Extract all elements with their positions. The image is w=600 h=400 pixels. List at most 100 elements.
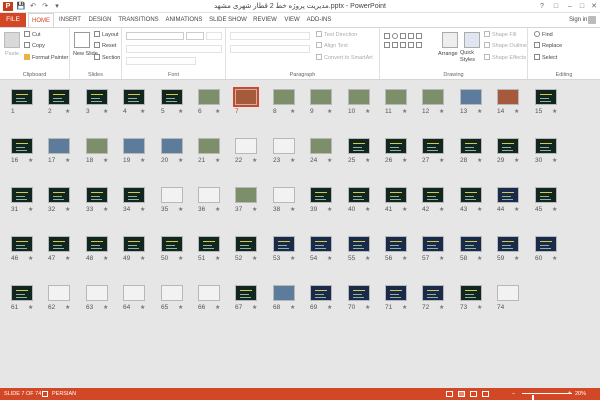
slide-thumbnail[interactable] — [48, 138, 70, 154]
transition-star-icon[interactable]: ★ — [290, 108, 295, 116]
transition-star-icon[interactable]: ★ — [103, 108, 108, 116]
tab-transitions[interactable]: TRANSITIONS — [117, 13, 160, 27]
slide-thumbnail[interactable] — [123, 187, 145, 203]
slide-thumbnail[interactable] — [11, 138, 33, 154]
transition-star-icon[interactable]: ★ — [65, 304, 70, 312]
slide-thumbnail[interactable] — [460, 89, 482, 105]
transition-star-icon[interactable]: ★ — [178, 206, 183, 214]
zoom-slider[interactable] — [522, 393, 572, 400]
section-button[interactable]: Section — [94, 54, 120, 62]
transition-star-icon[interactable]: ★ — [290, 304, 295, 312]
slide-thumbnail[interactable] — [535, 89, 557, 105]
slide-thumbnail[interactable] — [497, 236, 519, 252]
minimize-button[interactable]: – — [564, 1, 576, 12]
tab-animations[interactable]: ANIMATIONS — [163, 13, 205, 27]
slide-thumbnail[interactable] — [497, 285, 519, 301]
font-size-box[interactable] — [186, 32, 204, 40]
paste-button[interactable]: Paste — [5, 50, 19, 58]
transition-star-icon[interactable]: ★ — [140, 157, 145, 165]
save-icon[interactable]: 💾 — [16, 2, 26, 11]
slide-thumbnail[interactable] — [48, 187, 70, 203]
transition-star-icon[interactable]: ★ — [178, 255, 183, 263]
transition-star-icon[interactable]: ★ — [215, 255, 220, 263]
tab-slide-show[interactable]: SLIDE SHOW — [208, 13, 248, 27]
shape-fill-button[interactable]: Shape Fill — [484, 31, 516, 39]
transition-star-icon[interactable]: ★ — [252, 206, 257, 214]
slide-thumbnail[interactable] — [161, 236, 183, 252]
shape-star-icon[interactable] — [392, 42, 398, 48]
slide-thumbnail[interactable] — [198, 187, 220, 203]
slide-thumbnail[interactable] — [86, 236, 108, 252]
transition-star-icon[interactable]: ★ — [402, 157, 407, 165]
slide-thumbnail[interactable] — [235, 285, 257, 301]
transition-star-icon[interactable]: ★ — [402, 304, 407, 312]
transition-star-icon[interactable]: ★ — [140, 255, 145, 263]
shape-outline-button[interactable]: Shape Outline — [484, 42, 527, 50]
transition-star-icon[interactable]: ★ — [514, 206, 519, 214]
slide-thumbnail[interactable] — [348, 89, 370, 105]
copy-button[interactable]: Copy — [24, 42, 45, 50]
slide-thumbnail[interactable] — [422, 285, 444, 301]
slide-thumbnail[interactable] — [460, 285, 482, 301]
transition-star-icon[interactable]: ★ — [439, 157, 444, 165]
font-style-row[interactable] — [126, 45, 222, 53]
shape-triangle-icon[interactable] — [416, 33, 422, 39]
slide-thumbnail[interactable] — [198, 285, 220, 301]
convert-smartart-button[interactable]: Convert to SmartArt — [316, 54, 373, 62]
transition-star-icon[interactable]: ★ — [65, 108, 70, 116]
slide-thumbnail[interactable] — [422, 138, 444, 154]
slide-thumbnail[interactable] — [310, 138, 332, 154]
tab-design[interactable]: DESIGN — [86, 13, 114, 27]
slide-thumbnail[interactable] — [460, 187, 482, 203]
transition-star-icon[interactable]: ★ — [439, 108, 444, 116]
slide-thumbnail[interactable] — [123, 138, 145, 154]
transition-star-icon[interactable]: ★ — [327, 255, 332, 263]
zoom-out-button[interactable]: – — [512, 388, 515, 400]
slide-thumbnail[interactable] — [497, 138, 519, 154]
slide-thumbnail[interactable] — [497, 89, 519, 105]
transition-star-icon[interactable]: ★ — [215, 157, 220, 165]
font-color-row[interactable] — [126, 57, 196, 65]
shape-rounded-icon[interactable] — [384, 42, 390, 48]
transition-star-icon[interactable]: ★ — [65, 255, 70, 263]
undo-icon[interactable]: ↶ — [28, 2, 38, 11]
slide-thumbnail[interactable] — [535, 187, 557, 203]
shape-brace-icon[interactable] — [400, 42, 406, 48]
transition-star-icon[interactable]: ★ — [439, 255, 444, 263]
new-slide-icon[interactable] — [74, 32, 90, 48]
tab-view[interactable]: VIEW — [281, 13, 303, 27]
transition-star-icon[interactable]: ★ — [477, 206, 482, 214]
transition-star-icon[interactable]: ★ — [103, 304, 108, 312]
transition-star-icon[interactable]: ★ — [514, 108, 519, 116]
transition-star-icon[interactable]: ★ — [290, 206, 295, 214]
tab-review[interactable]: REVIEW — [251, 13, 279, 27]
transition-star-icon[interactable]: ★ — [140, 304, 145, 312]
transition-star-icon[interactable]: ★ — [290, 255, 295, 263]
shape-callout-icon[interactable] — [408, 42, 414, 48]
transition-star-icon[interactable]: ★ — [327, 108, 332, 116]
slide-thumbnail[interactable] — [86, 138, 108, 154]
slide-thumbnail[interactable] — [273, 89, 295, 105]
slide-thumbnail[interactable] — [385, 89, 407, 105]
transition-star-icon[interactable]: ★ — [439, 304, 444, 312]
slide-thumbnail[interactable] — [86, 187, 108, 203]
slide-thumbnail[interactable] — [310, 89, 332, 105]
slide-thumbnail[interactable] — [460, 138, 482, 154]
language-indicator[interactable]: PERSIAN — [52, 388, 76, 400]
slide-thumbnail[interactable] — [385, 285, 407, 301]
normal-view-icon[interactable] — [446, 391, 453, 397]
slide-thumbnail[interactable] — [48, 89, 70, 105]
slide-thumbnail[interactable] — [123, 236, 145, 252]
slide-thumbnail[interactable] — [422, 89, 444, 105]
slide-thumbnail[interactable] — [273, 285, 295, 301]
tab-add-ins[interactable]: ADD-INS — [305, 13, 333, 27]
slide-thumbnail[interactable] — [385, 236, 407, 252]
slide-thumbnail[interactable] — [273, 236, 295, 252]
transition-star-icon[interactable]: ★ — [215, 206, 220, 214]
shape-rectangle-icon[interactable] — [384, 33, 390, 39]
slide-thumbnail[interactable] — [48, 236, 70, 252]
shape-arrow-icon[interactable] — [408, 33, 414, 39]
slide-thumbnail[interactable] — [86, 285, 108, 301]
quick-styles-icon[interactable] — [464, 32, 480, 48]
font-name-box[interactable] — [126, 32, 184, 40]
